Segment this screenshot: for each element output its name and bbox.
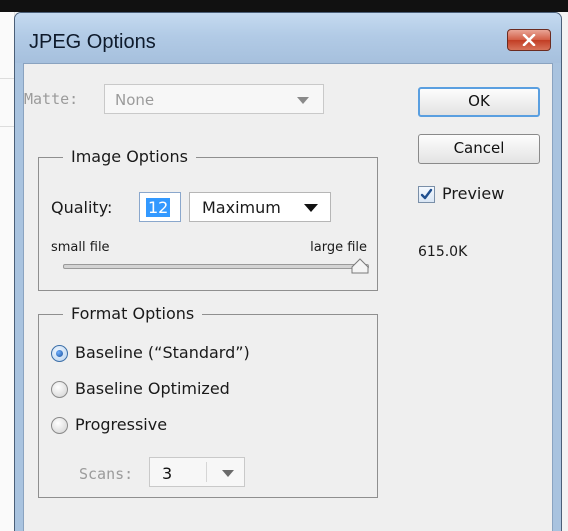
dropdown-divider <box>206 462 207 482</box>
chevron-down-icon <box>222 470 234 477</box>
close-button[interactable] <box>507 29 551 51</box>
radio-label-baseline-optimized: Baseline Optimized <box>75 379 230 398</box>
background-divider <box>0 126 14 127</box>
radio-label-progressive: Progressive <box>75 415 168 434</box>
dialog-title: JPEG Options <box>29 31 156 53</box>
scans-value: 3 <box>162 464 173 483</box>
preview-checkbox[interactable] <box>418 186 435 203</box>
preview-label: Preview <box>442 184 505 203</box>
scans-label: Scans: <box>79 465 134 483</box>
background-window-edge <box>0 12 15 531</box>
checkmark-icon <box>420 188 433 200</box>
image-options-group: Image Options Quality: 12 Maximum small … <box>38 147 378 291</box>
cancel-button[interactable]: Cancel <box>418 134 540 164</box>
radio-baseline-standard[interactable] <box>51 345 68 362</box>
title-bar[interactable]: JPEG Options <box>15 13 561 63</box>
scans-dropdown[interactable]: 3 <box>149 457 245 487</box>
quality-slider-thumb[interactable] <box>351 258 369 274</box>
matte-label: Matte: <box>24 90 79 108</box>
quality-input[interactable]: 12 <box>139 192 181 222</box>
format-options-title: Format Options <box>63 304 203 323</box>
quality-slider-track[interactable] <box>63 264 369 269</box>
radio-label-baseline-standard: Baseline (“Standard”) <box>75 343 250 362</box>
large-file-label: large file <box>310 240 367 255</box>
file-size-readout: 615.0K <box>418 244 468 260</box>
jpeg-options-dialog: JPEG Options Matte: None OK Cancel Previ… <box>14 12 562 531</box>
quality-preset-dropdown[interactable]: Maximum <box>189 192 331 222</box>
chevron-down-icon <box>297 97 309 104</box>
ok-button[interactable]: OK <box>418 87 540 117</box>
background-divider <box>0 78 14 79</box>
small-file-label: small file <box>51 240 110 255</box>
quality-preset-value: Maximum <box>202 198 281 217</box>
matte-value: None <box>115 91 155 109</box>
radio-selected-dot <box>56 350 63 357</box>
matte-dropdown[interactable]: None <box>104 84 324 114</box>
radio-progressive[interactable] <box>51 417 68 434</box>
radio-baseline-optimized[interactable] <box>51 381 68 398</box>
background-top-bar <box>0 0 568 12</box>
quality-value: 12 <box>146 198 171 217</box>
dialog-body: Matte: None OK Cancel Preview 615.0K Ima… <box>23 63 553 531</box>
image-options-title: Image Options <box>63 147 196 166</box>
format-options-group: Format Options Baseline (“Standard”) Bas… <box>38 304 378 498</box>
chevron-down-icon <box>304 204 318 212</box>
close-x-icon <box>522 34 536 46</box>
quality-label: Quality: <box>51 198 113 217</box>
